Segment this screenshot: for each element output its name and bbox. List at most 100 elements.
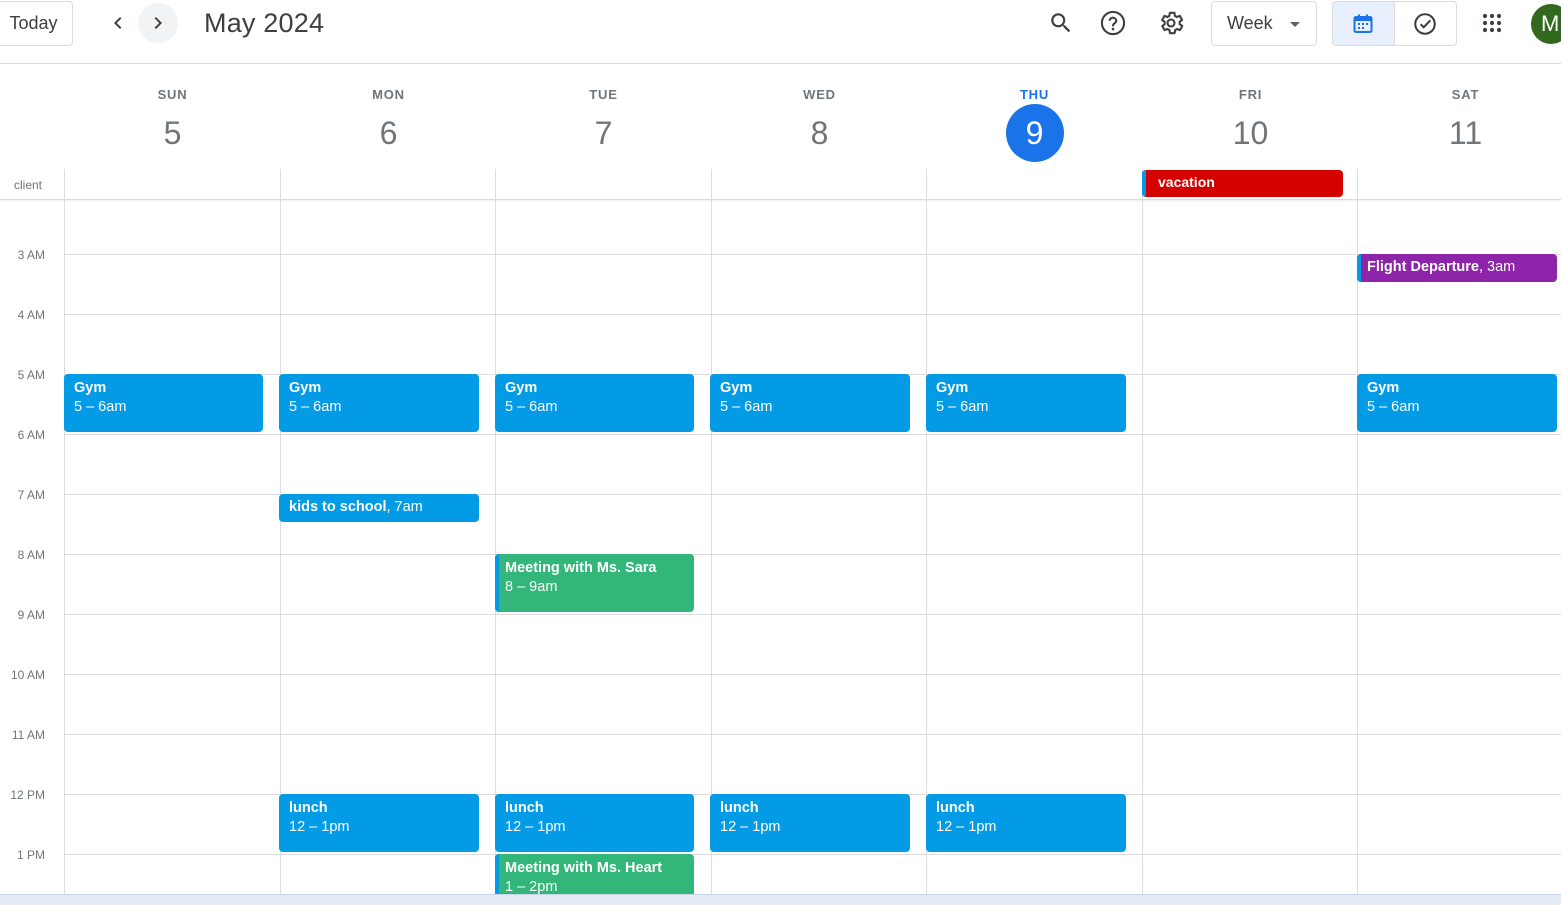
event-title: Gym [289,380,322,396]
event-time: 12 – 1pm [936,819,997,835]
event-title: Gym [936,380,969,396]
time-label: 9 AM [17,608,45,622]
event-time: 8 – 9am [505,579,558,595]
hour-gridline [64,854,1561,855]
event-time: , 3am [1478,259,1516,275]
day-of-week-label: TUE [589,87,618,102]
event-gym[interactable]: Gym 5 – 6am [710,374,910,432]
day-of-week-label: SUN [157,87,188,102]
time-label: 11 AM [11,728,45,742]
google-apps-button[interactable] [1472,3,1512,43]
time-label: 1 PM [16,848,45,862]
hour-gridline [64,554,1561,555]
settings-button[interactable] [1151,3,1191,43]
dropdown-caret-icon [1290,22,1300,27]
event-gym[interactable]: Gym 5 – 6am [279,374,479,432]
day-number-today[interactable]: 9 [1005,104,1064,162]
event-time: 12 – 1pm [720,819,781,835]
calendar-tasks-toggle [1332,1,1457,46]
chevron-right-icon [154,17,162,29]
day-of-week-label: THU [1019,87,1050,102]
day-header-sat: SAT 11 [1358,64,1561,170]
month-title: May 2024 [204,8,325,38]
event-meeting-ms-sara[interactable]: Meeting with Ms. Sara 8 – 9am [495,554,694,612]
tasks-check-icon [1414,12,1437,35]
event-lunch[interactable]: lunch 12 – 1pm [495,794,694,852]
time-label: 4 AM [17,308,45,322]
view-selector-dropdown[interactable]: Week [1211,1,1317,46]
top-app-bar: Today May 2024 Week M [0,0,1561,64]
account-avatar[interactable]: M [1531,4,1561,44]
event-time: 5 – 6am [936,399,989,415]
day-number[interactable]: 8 [791,104,849,162]
settings-gear-icon [1161,11,1184,35]
event-time: 5 – 6am [289,399,342,415]
event-title: Gym [74,380,107,396]
all-day-row-label: client [14,178,43,192]
event-gym[interactable]: Gym 5 – 6am [926,374,1126,432]
day-number[interactable]: 11 [1437,104,1495,162]
day-of-week-label: FRI [1238,87,1263,102]
event-time: 12 – 1pm [505,819,566,835]
event-title: vacation [1158,174,1215,190]
day-header-tue: TUE 7 [496,64,711,170]
hour-gridline [64,674,1561,675]
day-of-week-label: MON [372,87,405,102]
event-time: 5 – 6am [720,399,773,415]
apps-grid-icon [1482,13,1502,33]
time-label: 3 AM [17,248,45,262]
day-of-week-label: SAT [1451,87,1480,102]
hour-gridline [64,254,1561,255]
event-title: lunch [720,800,759,816]
search-icon [1051,13,1071,33]
next-week-button[interactable] [138,3,178,43]
chevron-left-icon [114,17,122,29]
event-title: kids to school [289,499,387,515]
event-lunch[interactable]: lunch 12 – 1pm [710,794,910,852]
time-label: 12 PM [10,788,45,802]
hour-gridline [64,614,1561,615]
event-time: 5 – 6am [74,399,127,415]
time-label: 10 AM [10,668,45,682]
event-title: lunch [289,800,328,816]
previous-week-button[interactable] [98,3,138,43]
event-title: Flight Departure [1367,259,1479,275]
event-meeting-ms-heart[interactable]: Meeting with Ms. Heart 1 – 2pm [495,854,694,894]
day-number[interactable]: 6 [360,104,418,162]
today-button[interactable]: Today [0,1,73,46]
event-title: Meeting with Ms. Heart [505,860,663,876]
view-selector-label: Week [1227,13,1273,33]
event-gym[interactable]: Gym 5 – 6am [495,374,694,432]
help-button[interactable] [1093,3,1133,43]
event-gym[interactable]: Gym 5 – 6am [64,374,263,432]
event-flight-departure[interactable]: Flight Departure, 3am [1357,254,1557,282]
hour-gridline [64,734,1561,735]
day-header-fri: FRI 10 [1143,64,1358,170]
day-number[interactable]: 10 [1222,104,1280,162]
day-number[interactable]: 7 [575,104,633,162]
bottom-edge-bar [0,894,1561,905]
search-button[interactable] [1041,3,1081,43]
event-title: lunch [505,800,544,816]
day-number[interactable]: 5 [144,104,202,162]
event-lunch[interactable]: lunch 12 – 1pm [279,794,479,852]
event-time: 5 – 6am [505,399,558,415]
event-lunch[interactable]: lunch 12 – 1pm [926,794,1126,852]
day-header-thu-today: THU 9 [927,64,1142,170]
day-header-mon: MON 6 [281,64,496,170]
calendar-view-toggle[interactable] [1333,2,1395,45]
event-vacation[interactable]: vacation [1142,170,1343,197]
tasks-view-toggle[interactable] [1395,2,1457,45]
help-icon [1100,10,1126,36]
event-gym[interactable]: Gym 5 – 6am [1357,374,1557,432]
time-label: 7 AM [17,488,45,502]
hour-gridline [64,314,1561,315]
event-title: Gym [720,380,753,396]
event-title: lunch [936,800,975,816]
time-label: 8 AM [17,548,45,562]
event-title: Gym [1367,380,1400,396]
calendar-icon [1353,14,1373,33]
event-kids-to-school[interactable]: kids to school, 7am [279,494,479,522]
hour-gridline [64,434,1561,435]
day-header-sun: SUN 5 [65,64,280,170]
